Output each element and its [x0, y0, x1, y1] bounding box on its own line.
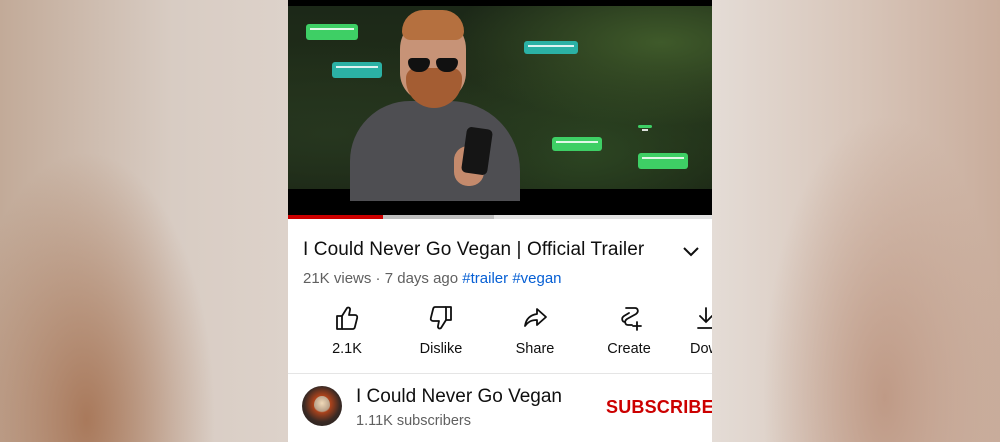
chat-bubble-overlay: [638, 153, 688, 169]
section-divider: [288, 373, 712, 374]
chat-bubble-overlay: [552, 137, 602, 151]
chat-bubble-overlay: [306, 24, 358, 40]
create-button[interactable]: Create: [584, 304, 674, 364]
share-label: Share: [515, 341, 555, 357]
hashtag-link[interactable]: #trailer: [462, 270, 508, 287]
create-icon: [621, 307, 642, 331]
chevron-down-icon[interactable]: [681, 244, 701, 260]
subscribe-button[interactable]: SUBSCRIBE: [606, 397, 712, 418]
hashtag-link[interactable]: #vegan: [512, 270, 561, 287]
upload-age: 7 days ago: [384, 270, 459, 287]
dislike-icon: [429, 306, 452, 330]
like-count: 2.1K: [332, 341, 362, 357]
chat-bubble-overlay: [524, 41, 578, 54]
mobile-screen: I Could Never Go Vegan | Official Traile…: [288, 0, 712, 442]
create-label: Create: [607, 341, 651, 357]
dislike-label: Dislike: [419, 341, 463, 357]
progress-played: [288, 215, 384, 219]
channel-avatar[interactable]: [302, 386, 342, 426]
video-person-hair: [402, 10, 464, 40]
video-metadata: 21K views · 7 days ago #trailer #vegan: [303, 270, 562, 287]
action-bar: 2.1K Dislike Share Create Do: [288, 304, 712, 364]
channel-name[interactable]: I Could Never Go Vegan: [356, 386, 562, 408]
share-icon: [524, 308, 547, 327]
video-person-sunglasses: [408, 58, 460, 72]
like-button[interactable]: 2.1K: [302, 304, 392, 364]
download-label: Download: [690, 341, 712, 357]
download-button[interactable]: Download: [678, 304, 712, 364]
chat-bubble-overlay: [638, 125, 652, 131]
blurred-background-left: [0, 0, 288, 442]
video-frame: [288, 6, 712, 201]
video-title[interactable]: I Could Never Go Vegan | Official Traile…: [303, 239, 683, 261]
dislike-button[interactable]: Dislike: [396, 304, 486, 364]
like-icon: [336, 306, 359, 330]
share-button[interactable]: Share: [490, 304, 580, 364]
download-icon: [697, 307, 712, 329]
view-count: 21K views: [303, 270, 372, 287]
meta-separator: ·: [375, 270, 381, 287]
chat-bubble-overlay: [332, 62, 382, 78]
video-person-torso: [350, 101, 520, 201]
video-progress-bar[interactable]: [288, 215, 712, 219]
video-player[interactable]: [288, 0, 712, 215]
subscriber-count: 1.11K subscribers: [356, 413, 471, 429]
blurred-background-right: [712, 0, 1000, 442]
